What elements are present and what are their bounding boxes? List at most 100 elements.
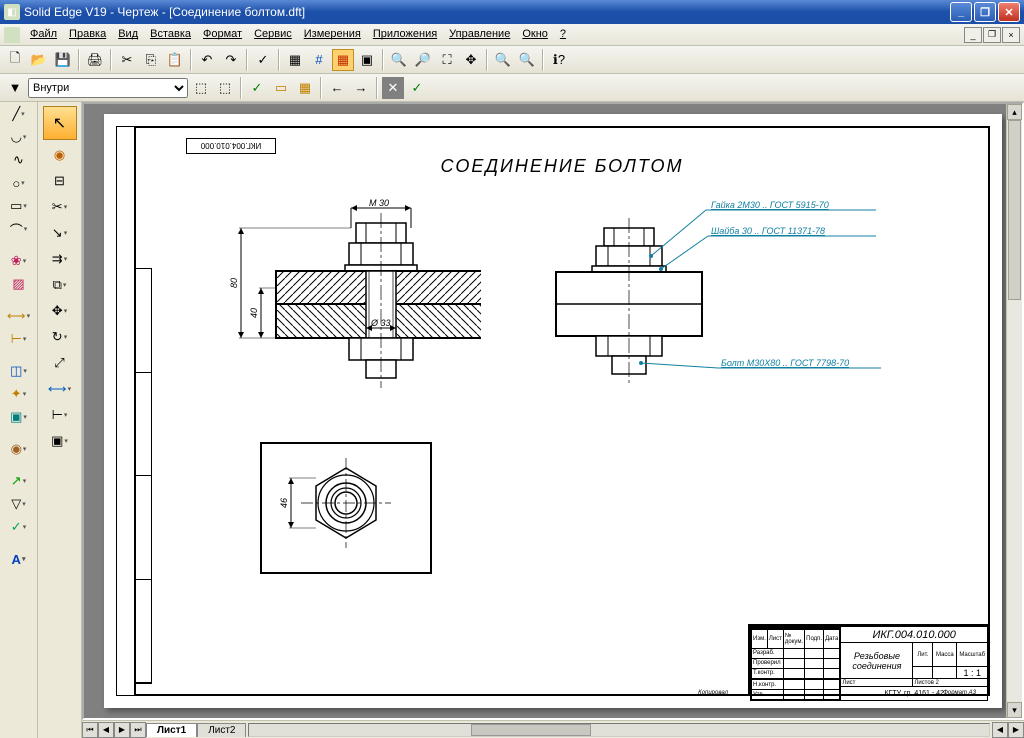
minimize-button[interactable]: _ [950,2,972,22]
accept-icon[interactable]: ✓ [246,77,268,99]
surface-tool[interactable]: ✓ [4,517,34,537]
zoom-button[interactable]: 🔎 [412,49,434,71]
group-tool[interactable]: ▣ [45,430,75,452]
close-button[interactable]: ✕ [998,2,1020,22]
zoom-prev-button[interactable]: 🔍 [516,49,538,71]
zoom-tool-button[interactable]: 🔍 [492,49,514,71]
dim-d33: Ø 33 [370,318,391,328]
mdi-restore-button[interactable]: ❐ [983,27,1001,43]
paste-button[interactable]: 📋 [164,49,186,71]
menu-edit[interactable]: Правка [63,26,112,43]
smartdim-tool[interactable]: ⟷ [4,306,34,326]
copy-button[interactable]: ⎘ [140,49,162,71]
mdi-close-button[interactable]: × [1002,27,1020,43]
tb-format: Формат А3 [943,690,976,696]
curve-tool[interactable]: ∿ [4,150,34,170]
vertical-scrollbar[interactable]: ▴ ▾ [1006,104,1022,718]
arc-tool[interactable]: ◡ [4,127,34,147]
cancel-icon[interactable]: ✕ [382,77,404,99]
relation-icon[interactable]: ◉ [45,144,75,166]
sheet-prev-button[interactable]: ◀ [98,722,114,738]
cut-button[interactable]: ✂ [116,49,138,71]
drawing-sheet[interactable]: ИКГ.004.010.000 СОЕДИНЕНИЕ БОЛТОМ [104,114,1002,708]
sheet-tab-1[interactable]: Лист1 [146,723,197,737]
mirror-tool[interactable]: ⧉ [45,274,75,296]
leader-tool[interactable]: ↗ [4,471,34,491]
top-select-icon[interactable]: ⬚ [190,77,212,99]
open-button[interactable]: 📂 [28,49,50,71]
menu-service[interactable]: Сервис [248,26,298,43]
fit-button[interactable]: ⛶ [436,49,458,71]
update-button[interactable]: ✓ [252,49,274,71]
sheet-first-button[interactable]: ⏮ [82,722,98,738]
rect-select-icon[interactable]: ▭ [270,77,292,99]
connector-tool[interactable]: ⊢ [45,404,75,426]
line-tool[interactable]: ╱ [4,104,34,124]
select-tool-icon[interactable]: ▼ [4,77,26,99]
menu-measure[interactable]: Измерения [298,26,367,43]
select-cursor-tool[interactable]: ↖ [43,106,77,140]
constraint-icon[interactable]: ⊟ [45,170,75,192]
circle-tool[interactable]: ○ [4,173,34,193]
layers-button[interactable]: ▣ [356,49,378,71]
menu-apps[interactable]: Приложения [367,26,443,43]
sketch-button[interactable]: ▦ [284,49,306,71]
hscroll-thumb[interactable] [471,724,591,736]
pattern-tool[interactable]: ❀ [4,251,34,271]
view-tool[interactable]: ◫ [4,361,34,381]
text-tool[interactable]: A [4,549,34,569]
help-button[interactable]: ℹ? [548,49,570,71]
trim-tool[interactable]: ✂ [45,196,75,218]
fillet-tool[interactable]: ⌒ [4,219,34,239]
undo-button[interactable]: ↶ [196,49,218,71]
redo-button[interactable]: ↷ [220,49,242,71]
menu-window[interactable]: Окно [516,26,554,43]
grid-button[interactable]: # [308,49,330,71]
hatch-tool[interactable]: ▨ [4,274,34,294]
hole-tool[interactable]: ◉ [4,439,34,459]
lasso-select-icon[interactable]: ▦ [294,77,316,99]
rotate-tool[interactable]: ↻ [45,326,75,348]
symbol-tool[interactable]: ✦ [4,384,34,404]
scale-tool[interactable]: ⤢ [45,352,75,374]
sheet-last-button[interactable]: ⏭ [130,722,146,738]
save-button[interactable]: 💾 [52,49,74,71]
offset-tool[interactable]: ⇉ [45,248,75,270]
sheet-tab-2[interactable]: Лист2 [197,723,246,737]
new-button[interactable]: 🗋 [4,49,26,71]
rect-tool[interactable]: ▭ [4,196,34,216]
pan-button[interactable]: ✥ [460,49,482,71]
block-tool[interactable]: ▣ [4,407,34,427]
maximize-button[interactable]: ❐ [974,2,996,22]
zoom-area-button[interactable]: 🔍 [388,49,410,71]
sheet-border-inner: ИКГ.004.010.000 СОЕДИНЕНИЕ БОЛТОМ [134,126,990,696]
dim-tool[interactable]: ⊢ [4,329,34,349]
align-grid-button[interactable]: ▦ [332,49,354,71]
weld-tool[interactable]: ▽ [4,494,34,514]
arrow-left-icon[interactable]: ← [326,77,348,99]
mdi-minimize-button[interactable]: _ [964,27,982,43]
menu-manage[interactable]: Управление [443,26,516,43]
scroll-thumb[interactable] [1008,120,1021,300]
scroll-down-button[interactable]: ▾ [1007,702,1022,718]
print-button[interactable]: 🖨 [84,49,106,71]
canvas-viewport[interactable]: ИКГ.004.010.000 СОЕДИНЕНИЕ БОЛТОМ [82,102,1024,720]
bottom-select-icon[interactable]: ⬚ [214,77,236,99]
confirm-icon[interactable]: ✓ [406,77,428,99]
menu-format[interactable]: Формат [197,26,248,43]
horizontal-scrollbar[interactable] [248,723,990,737]
menu-help[interactable]: ? [554,26,572,43]
dimension-icon[interactable]: ⟷ [45,378,75,400]
doc-icon [4,27,20,43]
menu-file[interactable]: Файл [24,26,63,43]
menu-view[interactable]: Вид [112,26,144,43]
menu-insert[interactable]: Вставка [144,26,197,43]
move-tool[interactable]: ✥ [45,300,75,322]
scroll-up-button[interactable]: ▴ [1007,104,1022,120]
hscroll-left-button[interactable]: ◀ [992,722,1008,738]
sheet-next-button[interactable]: ▶ [114,722,130,738]
extend-tool[interactable]: ↘ [45,222,75,244]
hscroll-right-button[interactable]: ▶ [1008,722,1024,738]
arrow-right-icon[interactable]: → [350,77,372,99]
selection-mode-select[interactable]: Внутри [28,78,188,98]
